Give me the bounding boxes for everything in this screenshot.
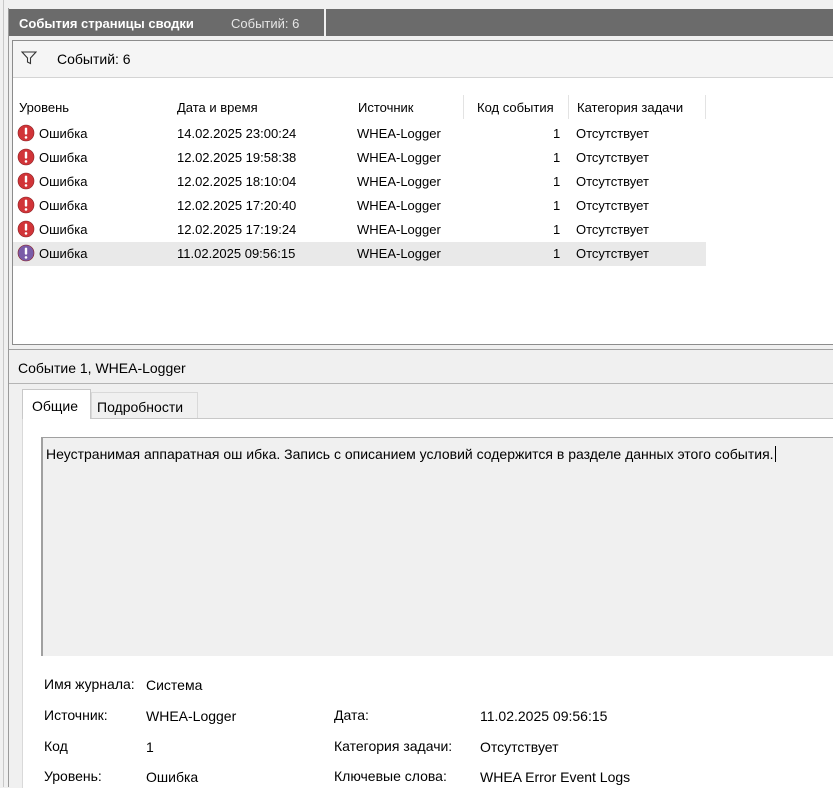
column-header-datetime[interactable]: Дата и время bbox=[177, 100, 258, 115]
cell-source: WHEA-Logger bbox=[357, 150, 441, 165]
cell-source: WHEA-Logger bbox=[357, 174, 441, 189]
event-detail-panel: Событие 1, WHEA-Logger Общие Подробности… bbox=[9, 349, 833, 788]
cell-category: Отсутствует bbox=[576, 222, 649, 237]
source-value: WHEA-Logger bbox=[146, 708, 237, 724]
level-value: Ошибка bbox=[146, 769, 199, 785]
task-category-value: Отсутствует bbox=[480, 739, 559, 755]
divider bbox=[9, 383, 833, 384]
keywords-label: Ключевые слова: bbox=[334, 768, 447, 784]
table-row[interactable]: Ошибка 12.02.2025 18:10:04 WHEA-Logger 1 Отс… bbox=[13, 170, 706, 194]
level-label: Уровень: bbox=[44, 768, 102, 784]
source-label: Источник: bbox=[44, 707, 108, 723]
table-row[interactable]: Ошибка 12.02.2025 19:58:38 WHEA-Logger 1 Отс… bbox=[13, 146, 706, 170]
cell-level: Ошибка bbox=[39, 174, 88, 189]
log-name-label: Имя журнала: bbox=[44, 676, 135, 692]
cell-category: Отсутствует bbox=[576, 150, 649, 165]
error-icon bbox=[17, 148, 35, 166]
table-row[interactable]: Ошибка 12.02.2025 17:20:40 WHEA-Logger 1 Отс… bbox=[13, 194, 706, 218]
column-separator[interactable] bbox=[463, 95, 464, 119]
filter-icon[interactable] bbox=[21, 51, 37, 65]
event-description-value: Неустранимая аппаратная ош ибка. Запись … bbox=[46, 446, 774, 462]
date-value: 11.02.2025 09:56:15 bbox=[480, 708, 608, 724]
event-detail-title: Событие 1, WHEA-Logger bbox=[18, 360, 186, 376]
cell-level: Ошибка bbox=[39, 198, 88, 213]
cell-datetime: 12.02.2025 17:19:24 bbox=[177, 222, 297, 237]
cell-level: Ошибка bbox=[39, 246, 88, 261]
cell-datetime: 12.02.2025 17:20:40 bbox=[177, 198, 297, 213]
cell-datetime: 11.02.2025 09:56:15 bbox=[177, 246, 296, 261]
column-separator[interactable] bbox=[705, 95, 706, 119]
event-list-panel: Событий: 6 Уровень Дата и время Источник… bbox=[12, 40, 833, 345]
general-tab-body: Неустранимая аппаратная ош ибка. Запись … bbox=[22, 418, 833, 788]
column-header-event-code[interactable]: Код события bbox=[477, 100, 554, 115]
error-icon bbox=[17, 124, 35, 142]
cell-category: Отсутствует bbox=[576, 198, 649, 213]
cell-code: 1 bbox=[553, 174, 561, 189]
cell-category: Отсутствует bbox=[576, 126, 649, 141]
filter-event-count: Событий: 6 bbox=[57, 51, 131, 67]
cell-category: Отсутствует bbox=[576, 246, 649, 261]
cell-code: 1 bbox=[553, 246, 561, 261]
column-header-level[interactable]: Уровень bbox=[19, 100, 69, 115]
cell-datetime: 14.02.2025 23:00:24 bbox=[177, 126, 297, 141]
code-label: Код bbox=[44, 738, 68, 754]
cell-datetime: 12.02.2025 19:58:38 bbox=[177, 150, 297, 165]
cell-code: 1 bbox=[553, 150, 561, 165]
error-icon bbox=[17, 244, 35, 262]
cell-datetime: 12.02.2025 18:10:04 bbox=[177, 174, 297, 189]
tab-general-label: Общие bbox=[32, 398, 79, 414]
cell-category: Отсутствует bbox=[576, 174, 649, 189]
event-description-text: Неустранимая аппаратная ош ибка. Запись … bbox=[46, 446, 776, 462]
keywords-value: WHEA Error Event Logs bbox=[480, 769, 631, 785]
table-row[interactable]: Ошибка 11.02.2025 09:56:15 WHEA-Logger 1 Отс… bbox=[13, 242, 706, 266]
tab-details[interactable]: Подробности bbox=[91, 392, 198, 419]
column-header-task-category[interactable]: Категория задачи bbox=[577, 100, 683, 115]
header-title: События страницы сводки bbox=[19, 16, 194, 31]
cell-code: 1 bbox=[553, 126, 561, 141]
tab-details-label: Подробности bbox=[97, 399, 184, 415]
task-category-label: Категория задачи: bbox=[334, 738, 453, 754]
table-row[interactable]: Ошибка 12.02.2025 17:19:24 WHEA-Logger 1 Отс… bbox=[13, 218, 706, 242]
tab-general[interactable]: Общие bbox=[22, 389, 91, 419]
event-description-box[interactable]: Неустранимая аппаратная ош ибка. Запись … bbox=[41, 437, 833, 656]
header-event-count: Событий: 6 bbox=[231, 16, 300, 31]
summary-events-header: События страницы сводки Событий: 6 bbox=[9, 9, 833, 36]
cell-code: 1 bbox=[553, 198, 561, 213]
cell-level: Ошибка bbox=[39, 222, 88, 237]
header-divider bbox=[324, 9, 326, 36]
cell-code: 1 bbox=[553, 222, 561, 237]
cell-source: WHEA-Logger bbox=[357, 222, 441, 237]
error-icon bbox=[17, 172, 35, 190]
date-label: Дата: bbox=[334, 707, 369, 723]
window-left-edge bbox=[0, 0, 4, 787]
cell-source: WHEA-Logger bbox=[357, 198, 441, 213]
log-name-value: Система bbox=[146, 677, 203, 693]
table-row[interactable]: Ошибка 14.02.2025 23:00:24 WHEA-Logger 1 Отс… bbox=[13, 122, 706, 146]
text-caret bbox=[774, 446, 776, 462]
column-separator[interactable] bbox=[568, 95, 569, 119]
error-icon bbox=[17, 196, 35, 214]
error-icon bbox=[17, 220, 35, 238]
filter-bar: Событий: 6 bbox=[13, 41, 833, 78]
cell-level: Ошибка bbox=[39, 126, 88, 141]
cell-level: Ошибка bbox=[39, 150, 88, 165]
code-value: 1 bbox=[146, 739, 154, 755]
column-header-source[interactable]: Источник bbox=[358, 100, 414, 115]
cell-source: WHEA-Logger bbox=[357, 126, 441, 141]
cell-source: WHEA-Logger bbox=[357, 246, 441, 261]
